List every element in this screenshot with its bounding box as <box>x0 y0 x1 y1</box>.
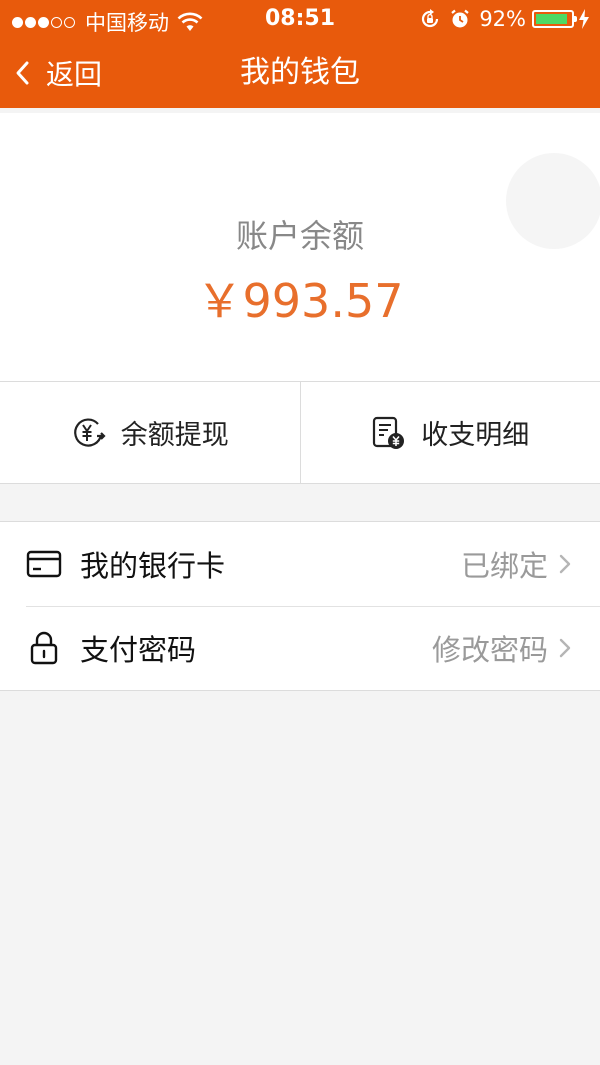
chevron-right-icon <box>559 554 571 574</box>
status-right: 92% <box>419 7 590 31</box>
transaction-details-button[interactable]: 收支明细 <box>299 382 600 483</box>
charging-icon <box>579 9 589 29</box>
settings-list: 我的银行卡 已绑定 支付密码 修改密码 <box>0 521 600 691</box>
payment-password-row[interactable]: 支付密码 修改密码 <box>0 606 600 690</box>
battery-icon <box>532 10 577 28</box>
page-title: 我的钱包 <box>240 55 360 90</box>
balance-amount: ￥993.57 <box>196 274 404 328</box>
battery-percent: 92% <box>479 7 526 31</box>
withdraw-label: 余额提现 <box>120 420 229 451</box>
bank-card-status: 已绑定 <box>460 549 548 583</box>
transaction-record-icon <box>373 416 405 449</box>
balance-label: 账户余额 <box>235 217 364 255</box>
bank-card-label: 我的银行卡 <box>80 549 226 583</box>
bank-card-row[interactable]: 我的银行卡 已绑定 <box>0 522 600 606</box>
withdraw-yuan-icon <box>73 417 106 447</box>
chevron-right-icon <box>559 638 571 658</box>
rotation-lock-icon <box>422 9 439 28</box>
lock-icon <box>30 631 58 665</box>
alarm-icon <box>451 9 470 28</box>
wallet-actions: 余额提现 收支明细 <box>0 381 600 484</box>
balance-card: 账户余额 ￥993.57 <box>0 113 600 381</box>
withdraw-button[interactable]: 余额提现 <box>0 382 300 483</box>
bank-card-icon <box>26 550 62 578</box>
nav-bar: 返回 我的钱包 <box>0 38 600 108</box>
status-bar: 中国移动 08:51 92% <box>0 0 600 38</box>
battery-fill <box>536 14 568 24</box>
transaction-details-label: 收支明细 <box>421 420 530 451</box>
change-password-link: 修改密码 <box>431 633 548 667</box>
payment-password-label: 支付密码 <box>80 633 197 667</box>
